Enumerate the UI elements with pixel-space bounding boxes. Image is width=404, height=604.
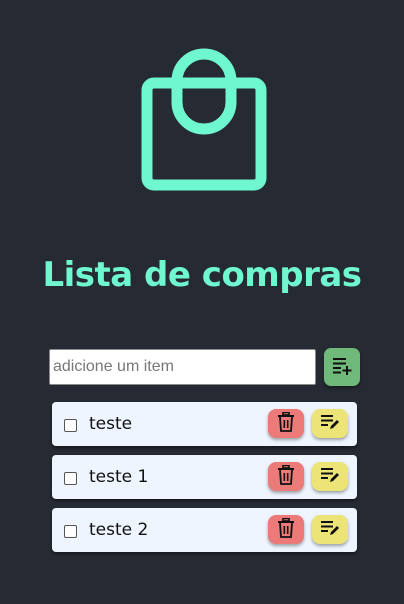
edit-list-icon (320, 520, 340, 539)
item-checkbox[interactable] (64, 472, 77, 485)
item-checkbox[interactable] (64, 419, 77, 432)
edit-list-icon (320, 414, 340, 433)
item-label: teste (89, 414, 133, 434)
delete-item-button[interactable] (268, 409, 304, 438)
add-item-input[interactable] (49, 349, 316, 385)
add-item-form (49, 348, 361, 386)
shopping-list: teste teste 1 teste 2 (52, 402, 357, 561)
list-item: teste 1 (52, 455, 357, 499)
add-list-icon (332, 357, 352, 378)
add-item-button[interactable] (324, 348, 360, 386)
item-label: teste 1 (89, 467, 149, 487)
shopping-bag-icon (140, 46, 268, 192)
edit-item-button[interactable] (312, 409, 348, 438)
item-label: teste 2 (89, 520, 149, 540)
trash-icon (277, 517, 295, 541)
delete-item-button[interactable] (268, 462, 304, 491)
trash-icon (277, 464, 295, 488)
page-title: Lista de compras (42, 255, 362, 295)
trash-icon (277, 411, 295, 435)
edit-item-button[interactable] (312, 515, 348, 544)
delete-item-button[interactable] (268, 515, 304, 544)
item-checkbox[interactable] (64, 525, 77, 538)
edit-list-icon (320, 467, 340, 486)
edit-item-button[interactable] (312, 462, 348, 491)
list-item: teste 2 (52, 508, 357, 552)
list-item: teste (52, 402, 357, 446)
